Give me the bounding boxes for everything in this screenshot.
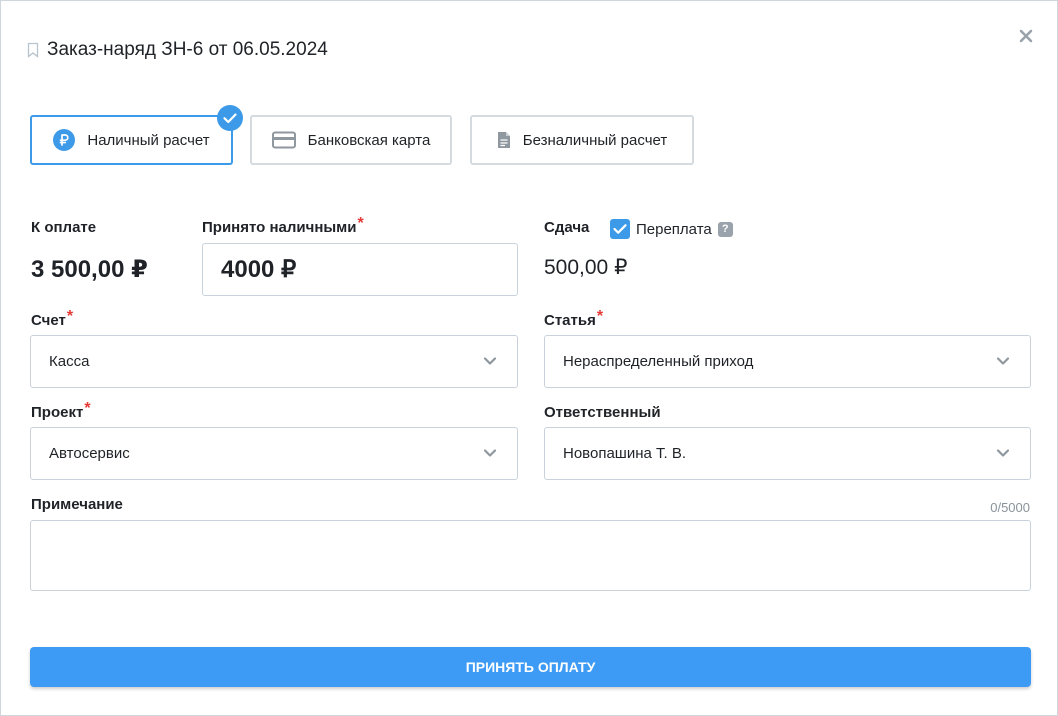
required-mark: * — [66, 308, 74, 325]
close-icon[interactable] — [1017, 27, 1035, 45]
chevron-down-icon — [996, 449, 1010, 457]
checkmark-icon — [613, 224, 627, 234]
project-select-value: Автосервис — [49, 445, 130, 462]
responsible-select-value: Новопашина Т. В. — [563, 445, 686, 462]
tab-bank-card[interactable]: Банковская карта — [250, 115, 452, 165]
chevron-down-icon — [996, 357, 1010, 365]
required-mark: * — [84, 400, 91, 417]
project-select[interactable]: Автосервис — [30, 427, 518, 480]
chevron-down-icon — [483, 449, 497, 457]
responsible-label-text: Ответственный — [544, 404, 661, 421]
tab-bank-label: Безналичный расчет — [522, 131, 668, 149]
change-amount: 500,00 ₽ — [544, 256, 628, 279]
article-label: Статья* — [544, 308, 603, 330]
change-label-text: Сдача — [544, 219, 590, 236]
note-textarea[interactable] — [30, 520, 1031, 591]
account-select[interactable]: Касса — [30, 335, 518, 388]
note-label-text: Примечание — [31, 496, 123, 513]
article-label-text: Статья — [544, 312, 596, 329]
dialog-title: Заказ-наряд ЗН-6 от 06.05.2024 — [47, 39, 328, 60]
tab-bank-transfer[interactable]: Безналичный расчет — [470, 115, 694, 165]
change-label: Сдача — [544, 219, 589, 236]
overpayment-label: Переплата — [636, 220, 712, 238]
cash-received-label: Принято наличными* — [202, 215, 364, 237]
tab-card-label: Банковская карта — [307, 131, 431, 149]
responsible-select[interactable]: Новопашина Т. В. — [544, 427, 1031, 480]
dialog-header: Заказ-наряд ЗН-6 от 06.05.2024 — [27, 39, 328, 61]
article-select-value: Нераспределенный приход — [563, 353, 754, 370]
to-pay-amount: 3 500,00 ₽ — [31, 256, 148, 283]
note-char-counter: 0/5000 — [990, 500, 1030, 515]
to-pay-label: К оплате — [31, 219, 96, 236]
overpayment-control: Переплата ? — [610, 219, 733, 239]
bookmark-icon[interactable] — [27, 42, 39, 58]
chevron-down-icon — [483, 357, 497, 365]
overpayment-checkbox[interactable] — [610, 219, 630, 239]
cash-received-label-text: Принято наличными — [202, 219, 357, 236]
to-pay-label-text: К оплате — [31, 219, 97, 236]
required-mark: * — [357, 215, 364, 232]
cash-received-input[interactable] — [202, 243, 518, 296]
article-select[interactable]: Нераспределенный приход — [544, 335, 1031, 388]
account-label-text: Счет — [31, 312, 66, 329]
note-label: Примечание — [31, 496, 123, 513]
help-icon[interactable]: ? — [717, 221, 733, 237]
credit-card-icon — [271, 131, 296, 149]
ruble-circle-icon — [53, 129, 76, 151]
responsible-label: Ответственный — [544, 404, 661, 421]
project-label: Проект* — [31, 400, 91, 422]
tab-cash-label: Наличный расчет — [87, 131, 210, 149]
account-select-value: Касса — [49, 353, 90, 370]
required-mark: * — [596, 308, 604, 325]
selected-check-icon — [217, 105, 243, 131]
project-label-text: Проект — [31, 404, 84, 421]
payment-dialog: Заказ-наряд ЗН-6 от 06.05.2024 Наличный … — [0, 0, 1058, 716]
document-icon — [497, 132, 510, 148]
account-label: Счет* — [31, 308, 73, 330]
accept-payment-button[interactable]: ПРИНЯТЬ ОПЛАТУ — [30, 647, 1031, 687]
tab-cash-payment[interactable]: Наличный расчет — [30, 105, 243, 165]
